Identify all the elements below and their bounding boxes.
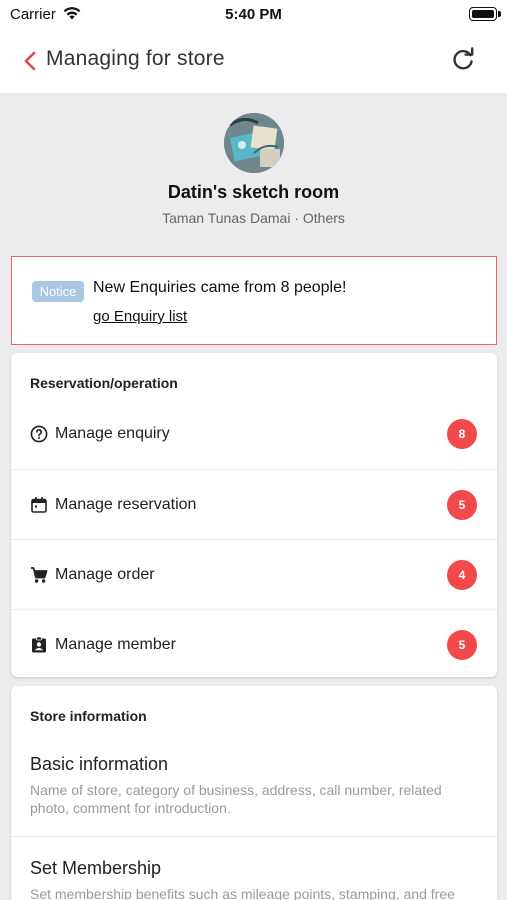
clock-label: 5:40 PM xyxy=(225,6,282,23)
notice-badge: Notice xyxy=(32,281,84,302)
manage-member-row[interactable]: Manage member 5 xyxy=(11,609,497,679)
refresh-icon[interactable] xyxy=(449,46,477,74)
reservation-count-badge: 5 xyxy=(447,490,477,520)
enquiry-count-badge: 8 xyxy=(447,419,477,449)
store-avatar xyxy=(224,113,284,173)
store-information-card: Store information Basic information Name… xyxy=(11,686,497,900)
manage-reservation-row[interactable]: Manage reservation 5 xyxy=(11,469,497,539)
manage-order-row[interactable]: Manage order 4 xyxy=(11,539,497,609)
status-bar: Carrier 5:40 PM xyxy=(0,0,507,30)
manage-enquiry-row[interactable]: Manage enquiry 8 xyxy=(11,399,497,469)
manage-member-label: Manage member xyxy=(55,636,176,653)
store-location-category: Taman Tunas Damai · Others xyxy=(162,210,345,226)
set-membership-row[interactable]: Set Membership Set membership benefits s… xyxy=(11,837,497,900)
back-chevron-icon[interactable] xyxy=(20,49,40,73)
manage-reservation-label: Manage reservation xyxy=(55,496,197,513)
reservation-operation-card: Reservation/operation Manage enquiry 8 M… xyxy=(11,353,497,677)
notice-banner: Notice New Enquiries came from 8 people!… xyxy=(11,256,497,345)
member-count-badge: 5 xyxy=(447,630,477,660)
enquiry-list-link[interactable]: go Enquiry list xyxy=(93,308,187,325)
order-count-badge: 4 xyxy=(447,560,477,590)
page-title: Managing for store xyxy=(46,47,225,70)
section-title: Reservation/operation xyxy=(30,375,178,391)
basic-information-title: Basic information xyxy=(30,754,169,774)
cart-icon xyxy=(31,567,48,583)
calendar-icon xyxy=(31,497,47,513)
basic-information-description: Name of store, category of business, add… xyxy=(30,782,442,816)
basic-information-row[interactable]: Basic information Name of store, categor… xyxy=(11,744,497,836)
battery-icon xyxy=(469,7,501,21)
nav-bar: Managing for store xyxy=(0,30,507,93)
section-title: Store information xyxy=(30,708,147,724)
store-name: Datin's sketch room xyxy=(167,182,340,202)
set-membership-description: Set membership benefits such as mileage … xyxy=(30,886,455,900)
manage-enquiry-label: Manage enquiry xyxy=(55,425,170,442)
manage-order-label: Manage order xyxy=(55,566,155,583)
store-profile: Datin's sketch room Taman Tunas Damai · … xyxy=(0,93,507,253)
question-circle-icon xyxy=(30,425,48,443)
store-photo-image xyxy=(224,113,284,173)
notice-message: New Enquiries came from 8 people! xyxy=(93,279,347,296)
set-membership-title: Set Membership xyxy=(30,858,162,878)
member-badge-icon xyxy=(32,636,46,653)
